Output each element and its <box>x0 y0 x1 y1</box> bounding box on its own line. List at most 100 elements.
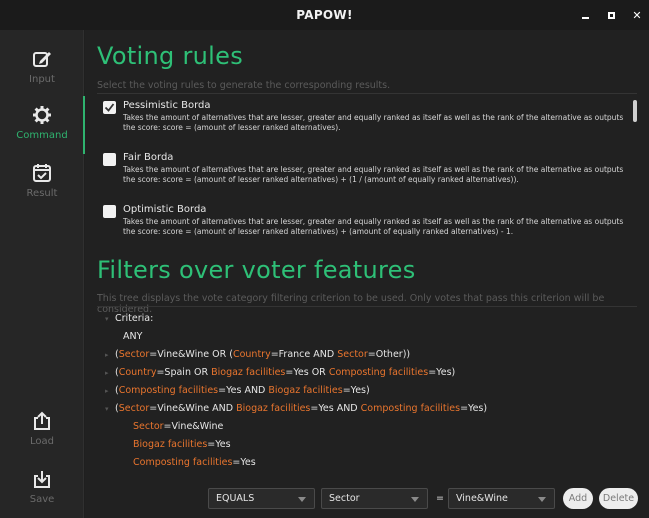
expression-text: =Yes AND <box>218 385 269 396</box>
tree-leaf-label: Composting facilities=Yes <box>133 457 256 468</box>
rule-name: Optimistic Borda <box>123 204 207 215</box>
rule-description: Takes the amount of alternatives that ar… <box>123 165 624 184</box>
feature-name: Biogaz facilities <box>211 367 286 378</box>
equals-sign: = <box>436 493 444 504</box>
sidebar-item-label: Command <box>16 130 68 141</box>
expression-text: =France AND <box>270 349 338 360</box>
rule-name: Fair Borda <box>123 152 174 163</box>
load-button[interactable]: Load <box>0 402 84 458</box>
rule-checkbox[interactable] <box>103 205 116 218</box>
dropdown-caret-icon <box>298 497 306 502</box>
tree-group-label: (Sector=Vine&Wine AND Biogaz facilities=… <box>115 403 487 414</box>
expression-text: =Other)) <box>367 349 411 360</box>
rule-checkbox[interactable] <box>103 101 116 114</box>
tree-group-label: (Sector=Vine&Wine OR (Country=France AND… <box>115 349 410 360</box>
expression-text: =Yes) <box>460 403 488 414</box>
feature-name: Sector <box>337 349 368 360</box>
expand-arrow-icon: ▾ <box>105 315 109 323</box>
expression-text: =Yes) <box>342 385 370 396</box>
tree-group[interactable]: ▸ (Sector=Vine&Wine OR (Country=France AN… <box>105 349 410 360</box>
tree-group-label: (Composting facilities=Yes AND Biogaz fa… <box>115 385 370 396</box>
tree-root-label: Criteria: <box>115 313 154 324</box>
operator-value: EQUALS <box>216 493 255 504</box>
edit-icon <box>33 52 51 67</box>
sidebar-item-label: Load <box>30 436 54 447</box>
checkmark-icon <box>104 103 115 112</box>
dropdown-caret-icon <box>538 497 546 502</box>
tree-group-label: (Country=Spain OR Biogaz facilities=Yes … <box>115 367 455 378</box>
delete-button[interactable]: Delete <box>599 488 638 509</box>
tree-leaf[interactable]: Biogaz facilities=Yes <box>133 439 231 450</box>
feature-name: Sector <box>133 421 164 432</box>
divider <box>97 306 637 307</box>
expression-text: =Yes <box>232 457 256 468</box>
operator-select[interactable]: EQUALS <box>208 488 315 509</box>
tree-leaf-label: Sector=Vine&Wine <box>133 421 223 432</box>
expression-text: =Yes AND <box>310 403 361 414</box>
tree-any-label: ANY <box>123 331 143 342</box>
gear-icon <box>33 106 51 124</box>
feature-name: Country <box>232 349 271 360</box>
rule-name: Pessimistic Borda <box>123 100 211 111</box>
add-button[interactable]: Add <box>563 488 593 509</box>
divider <box>97 93 637 94</box>
feature-select[interactable]: Sector <box>321 488 428 509</box>
tree-group[interactable]: ▸ (Country=Spain OR Biogaz facilities=Yes… <box>105 367 455 378</box>
expression-text: =Yes) <box>428 367 456 378</box>
tree-group[interactable]: ▾ (Sector=Vine&Wine AND Biogaz facilities… <box>105 403 487 414</box>
feature-name: Sector <box>118 403 150 414</box>
feature-name: Biogaz facilities <box>236 403 311 414</box>
tree-any[interactable]: ANY <box>123 331 142 342</box>
main-panel: Voting rules Select the voting rules to … <box>85 30 649 518</box>
feature-name: Biogaz facilities <box>133 439 208 450</box>
filters-hint: This tree displays the vote category fil… <box>97 293 605 315</box>
rule-description: Takes the amount of alternatives that ar… <box>123 217 624 236</box>
value-select[interactable]: Vine&Wine <box>448 488 555 509</box>
window-title: PAPOW! <box>296 8 353 22</box>
upload-icon <box>34 411 50 430</box>
dropdown-caret-icon <box>411 497 419 502</box>
expand-arrow-icon: ▸ <box>105 351 109 359</box>
tree-group[interactable]: ▸ (Composting facilities=Yes AND Biogaz f… <box>105 385 370 396</box>
voting-rules-title: Voting rules <box>97 42 244 70</box>
expression-text: =Yes <box>207 439 231 450</box>
expand-arrow-icon: ▸ <box>105 369 109 377</box>
window-controls: ✕ <box>579 0 643 30</box>
expand-arrow-icon: ▾ <box>105 405 109 413</box>
minimize-button[interactable] <box>579 9 591 21</box>
download-icon <box>34 471 50 488</box>
sidebar: Input Command Result Load Save <box>0 30 85 518</box>
filters-title: Filters over voter features <box>97 256 416 284</box>
sidebar-item-label: Save <box>29 494 55 505</box>
close-icon: ✕ <box>632 8 642 22</box>
tree-leaf-label: Biogaz facilities=Yes <box>133 439 231 450</box>
sidebar-item-label: Result <box>26 188 58 199</box>
sidebar-item-command[interactable]: Command <box>0 96 85 154</box>
expression-text: =Vine&Wine <box>163 421 224 432</box>
tree-leaf[interactable]: Composting facilities=Yes <box>133 457 256 468</box>
feature-name: Biogaz facilities <box>268 385 343 396</box>
sidebar-item-input[interactable]: Input <box>0 40 84 96</box>
rule-description: Takes the amount of alternatives that ar… <box>123 113 624 132</box>
tree-root[interactable]: ▾ Criteria: <box>105 313 153 324</box>
expression-text: =Vine&Wine AND <box>149 403 237 414</box>
feature-name: Composting facilities <box>360 403 461 414</box>
save-button[interactable]: Save <box>0 460 84 516</box>
expression-text: =Vine&Wine OR ( <box>149 349 233 360</box>
maximize-icon <box>607 11 615 19</box>
maximize-button[interactable] <box>605 9 617 21</box>
sidebar-item-label: Input <box>29 74 55 85</box>
calendar-check-icon <box>33 164 51 182</box>
expression-text: =Spain OR <box>156 367 212 378</box>
rule-checkbox[interactable] <box>103 153 116 166</box>
close-button[interactable]: ✕ <box>631 8 643 22</box>
feature-name: Sector <box>118 349 150 360</box>
tree-leaf[interactable]: Sector=Vine&Wine <box>133 421 223 432</box>
feature-name: Composting facilities <box>328 367 429 378</box>
sidebar-item-result[interactable]: Result <box>0 154 84 210</box>
title-bar: PAPOW! ✕ <box>0 0 649 30</box>
expression-text: =Yes OR <box>285 367 329 378</box>
rules-scrollbar[interactable] <box>633 100 637 122</box>
feature-name: Composting facilities <box>118 385 219 396</box>
voting-rules-hint: Select the voting rules to generate the … <box>97 80 391 91</box>
